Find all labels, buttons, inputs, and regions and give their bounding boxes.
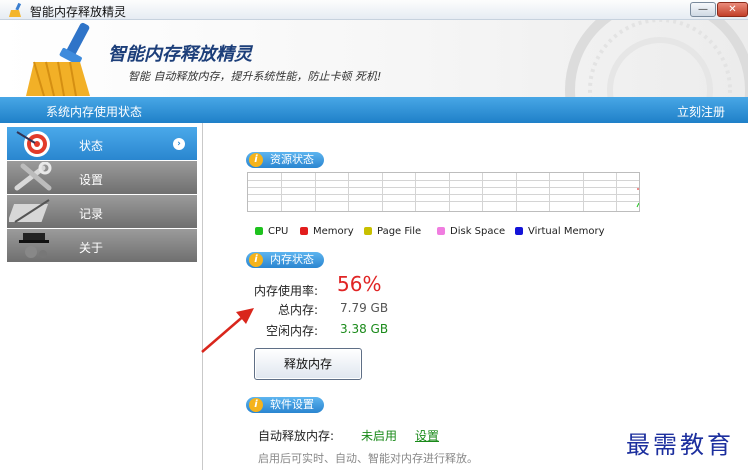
memory-status-title: 内存状态 [270,253,314,266]
decorative-gauge-graphic [565,20,748,97]
memory-status-header: i 内存状态 [246,252,324,268]
legend-swatch [437,227,445,235]
resource-graph-grid [248,173,640,211]
section-title: 系统内存使用状态 [46,105,143,119]
status-header-bar: 系统内存使用状态 立刻注册 [0,97,748,123]
sidebar-nav: 状态 › 设置 记录 关于 [7,127,197,263]
free-memory-label: 空闲内存: [266,324,319,338]
target-icon [16,131,50,157]
resource-legend: CPU Memory Page File Disk Space Virtual … [255,226,635,240]
title-bar[interactable]: 智能内存释放精灵 — ✕ [0,0,748,20]
legend-item-memory: Memory [300,226,354,237]
record-icon [9,199,50,223]
settings-link[interactable]: 设置 [415,427,439,444]
wrench-icon [14,162,52,191]
auto-release-label: 自动释放内存: [258,429,335,443]
sidebar-item-label: 记录 [79,207,104,221]
auto-release-hint: 启用后可实时、自动、智能对内存进行释放。 [258,452,478,465]
legend-swatch [300,227,308,235]
header-banner: 智能内存释放精灵 智能 自动释放内存，提升系统性能，防止卡顿 死机! [0,20,748,97]
legend-item-page-file: Page File [364,226,421,237]
brand-title: 智能内存释放精灵 [108,44,252,65]
legend-label: Disk Space [450,226,506,237]
close-button[interactable]: ✕ [717,2,748,17]
legend-swatch [364,227,372,235]
release-memory-button[interactable]: 释放内存 [254,348,362,380]
watermark-text: 最需教育 [626,431,734,459]
sidebar-item-label: 状态 [79,139,104,153]
resource-status-header: i 资源状态 [246,152,324,168]
resource-status-title: 资源状态 [270,153,314,166]
broom-logo-icon [26,22,90,96]
sidebar-item-status[interactable]: 状态 › [7,127,197,160]
usage-value: 56% [337,272,382,296]
info-icon: i [249,153,263,167]
legend-swatch [515,227,523,235]
legend-item-disk-space: Disk Space [437,226,505,237]
sidebar-item-label: 设置 [79,173,104,187]
brand-slogan: 智能 自动释放内存，提升系统性能，防止卡顿 死机! [128,70,382,83]
window-title: 智能内存释放精灵 [30,5,127,19]
chevron-right-icon: › [173,138,185,150]
resource-graph [247,172,640,212]
sidebar-item-about[interactable]: 关于 [7,229,197,262]
total-memory-label: 总内存: [278,303,319,317]
info-icon: i [249,253,263,267]
sidebar-item-label: 关于 [79,241,104,255]
register-link[interactable]: 立刻注册 [677,103,725,120]
software-settings-header: i 软件设置 [246,397,324,413]
about-icon [19,233,49,258]
sidebar: 状态 › 设置 记录 关于 [0,123,203,470]
legend-label: CPU [268,226,289,237]
legend-label: Page File [377,226,422,237]
legend-item-cpu: CPU [255,226,288,237]
total-memory-value: 7.79 GB [340,301,389,315]
auto-release-status: 未启用 [361,429,398,443]
info-icon: i [249,398,263,412]
sidebar-item-settings[interactable]: 设置 [7,161,197,194]
software-settings-title: 软件设置 [270,398,314,411]
broom-app-icon [9,2,22,17]
red-arrow-annotation [201,308,254,353]
legend-label: Virtual Memory [528,226,605,237]
minimize-button[interactable]: — [690,2,716,17]
sidebar-item-records[interactable]: 记录 [7,195,197,228]
legend-label: Memory [313,226,354,237]
legend-swatch [255,227,263,235]
free-memory-value: 3.38 GB [340,322,389,336]
legend-item-virtual-memory: Virtual Memory [515,226,605,237]
usage-label: 内存使用率: [254,284,319,298]
